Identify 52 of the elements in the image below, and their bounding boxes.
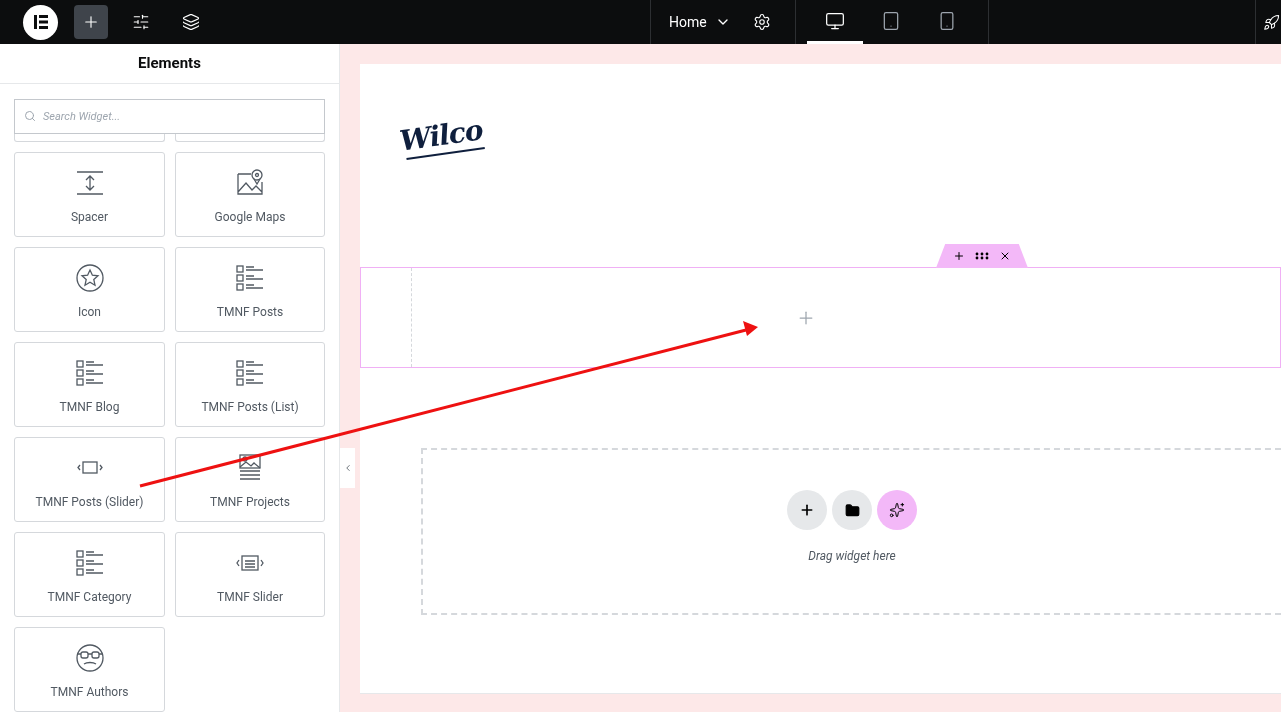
rocket-icon[interactable] bbox=[1263, 13, 1280, 31]
collapse-handle[interactable] bbox=[340, 448, 355, 488]
search-icon bbox=[24, 110, 36, 122]
face-glasses-icon bbox=[74, 642, 105, 673]
widget-card[interactable]: TMNF Posts (List) bbox=[175, 342, 325, 427]
plus-icon bbox=[799, 502, 815, 518]
widget-label: TMNF Posts (List) bbox=[201, 398, 299, 416]
sparkle-icon bbox=[889, 502, 905, 518]
widget-label: Google Maps bbox=[214, 208, 286, 226]
search-field[interactable]: Search Widget... bbox=[14, 99, 325, 134]
plus-icon bbox=[82, 13, 100, 31]
widget-label: TMNF Posts bbox=[216, 303, 284, 321]
drop-hint: Drag widget here bbox=[808, 548, 896, 565]
add-button[interactable] bbox=[787, 490, 827, 530]
list-icon bbox=[235, 357, 265, 388]
page-menu[interactable]: Home bbox=[669, 11, 731, 33]
widget-card[interactable]: Google Maps bbox=[175, 152, 325, 237]
widget-label: Spacer bbox=[70, 208, 109, 226]
widget-card[interactable]: TMNF Category bbox=[14, 532, 165, 617]
widget-card[interactable]: Spacer bbox=[14, 152, 165, 237]
widget-card[interactable]: TMNF Blog bbox=[14, 342, 165, 427]
widget-label: TMNF Blog bbox=[59, 398, 120, 416]
widget-card[interactable]: Icon bbox=[14, 247, 165, 332]
desktop-icon bbox=[825, 10, 845, 31]
widget-label: TMNF Projects bbox=[210, 493, 290, 511]
list-icon bbox=[74, 547, 105, 578]
widget-card[interactable]: TMNF Posts (Slider) bbox=[14, 437, 165, 522]
ai-button[interactable] bbox=[877, 490, 917, 530]
tablet-icon bbox=[881, 10, 901, 31]
drag-handle-icon[interactable] bbox=[975, 252, 989, 260]
close-icon[interactable] bbox=[999, 250, 1011, 262]
add-icon[interactable] bbox=[953, 250, 965, 262]
template-button[interactable] bbox=[832, 490, 872, 530]
list-icon bbox=[74, 357, 105, 388]
widget-card[interactable]: TMNF Posts bbox=[175, 247, 325, 332]
site-logo: Wilco bbox=[398, 116, 485, 161]
widget-label: Icon bbox=[78, 303, 101, 321]
widget-card[interactable]: TMNF Projects bbox=[175, 437, 325, 522]
widget-label: TMNF Slider bbox=[217, 588, 283, 606]
widget-label: TMNF Authors bbox=[50, 683, 129, 701]
widget-card[interactable]: TMNF Authors bbox=[14, 627, 165, 712]
sliders-icon bbox=[132, 13, 150, 31]
elementor-logo[interactable] bbox=[23, 4, 58, 40]
widget-card[interactable]: TMNF Slider bbox=[175, 532, 325, 617]
settings-icon[interactable] bbox=[752, 13, 771, 31]
map-pin-icon bbox=[235, 167, 265, 198]
widget-label: TMNF Category bbox=[47, 588, 132, 606]
list-icon bbox=[235, 262, 265, 293]
layers-icon bbox=[182, 13, 200, 31]
folder-icon bbox=[844, 502, 860, 518]
panel-title: Elements bbox=[138, 53, 201, 75]
widget-label: TMNF Posts (Slider) bbox=[35, 493, 144, 511]
